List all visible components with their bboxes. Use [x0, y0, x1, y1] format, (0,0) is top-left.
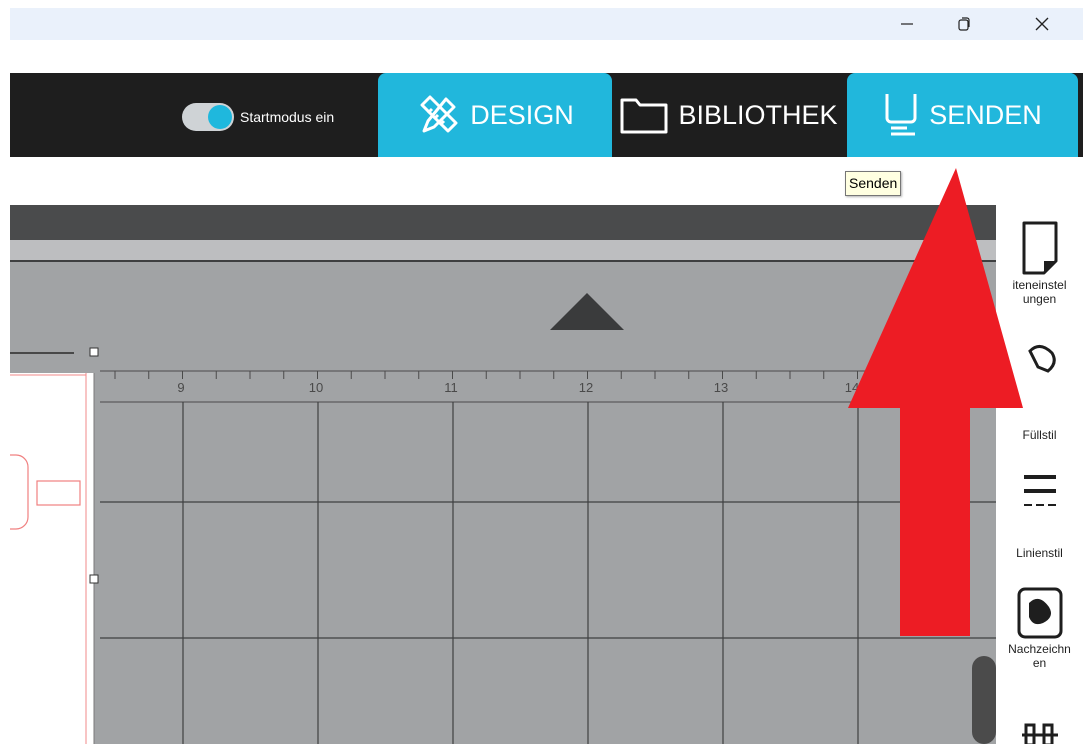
- ruler-label: 14: [845, 380, 859, 395]
- cutting-mat: 9 10 11 12 13 14: [10, 293, 996, 744]
- app-window: Startmodus ein DESIGN BIBLIOTHEK SENDEN …: [0, 0, 1083, 744]
- senden-tooltip: Senden: [845, 171, 902, 196]
- tool-trace-label: Nachzeichn en: [1008, 642, 1071, 670]
- minimize-icon: [901, 23, 913, 25]
- fill-style-icon: [1027, 345, 1056, 373]
- toggle-knob: [208, 105, 232, 129]
- minimize-button[interactable]: [884, 8, 930, 40]
- tab-senden-label: SENDEN: [929, 99, 1042, 130]
- line-style-icon: [1023, 475, 1056, 506]
- startmode-label: Startmodus ein: [240, 109, 335, 125]
- page-area: [10, 373, 94, 744]
- folder-icon: [620, 98, 668, 134]
- tool-line-style-label: Linienstil: [1016, 546, 1063, 560]
- startmode-toggle[interactable]: Startmodus ein: [182, 103, 334, 131]
- align-icon: [1021, 723, 1058, 744]
- tool-page-settings-label: iteneinstel ungen: [1012, 278, 1067, 306]
- tool-align[interactable]: [996, 717, 1083, 744]
- tab-bibliothek[interactable]: BIBLIOTHEK: [612, 73, 846, 157]
- close-icon: [1035, 17, 1049, 31]
- tab-bibliothek-label: BIBLIOTHEK: [678, 99, 838, 130]
- page-settings-icon: [1022, 221, 1057, 275]
- tool-fill-style-label: Füllstil: [1022, 428, 1057, 442]
- design-pencil-ruler-icon: [420, 95, 458, 133]
- tool-page-settings[interactable]: iteneinstel ungen: [996, 219, 1083, 306]
- restore-icon: [958, 17, 970, 31]
- selection-handle-middle: [89, 574, 99, 584]
- tool-trace[interactable]: Nachzeichn en: [996, 587, 1083, 670]
- ruler-label: 10: [309, 380, 323, 395]
- send-machine-icon: [885, 94, 917, 136]
- ruler-label: 9: [177, 380, 184, 395]
- restore-button[interactable]: [941, 8, 987, 40]
- tab-senden[interactable]: SENDEN: [847, 73, 1078, 157]
- ruler-label: 12: [579, 380, 593, 395]
- canvas-scrollbar[interactable]: [972, 656, 996, 744]
- ruler-label: 13: [714, 380, 728, 395]
- trace-icon: [1017, 587, 1062, 639]
- feed-direction-arrow: [550, 293, 624, 330]
- selection-handle-top: [89, 347, 99, 357]
- tool-panel: iteneinstel ungen Füllstil Linienstil Na…: [996, 205, 1083, 744]
- tab-design[interactable]: DESIGN: [378, 73, 612, 157]
- tool-line-style[interactable]: Linienstil: [996, 469, 1083, 560]
- toggle-switch[interactable]: [182, 103, 234, 131]
- tool-fill-style[interactable]: Füllstil: [996, 341, 1083, 442]
- close-button[interactable]: [1019, 8, 1065, 40]
- ruler-label: 11: [444, 380, 458, 395]
- canvas-area[interactable]: 9 10 11 12 13 14: [10, 205, 996, 744]
- tab-design-label: DESIGN: [470, 99, 574, 130]
